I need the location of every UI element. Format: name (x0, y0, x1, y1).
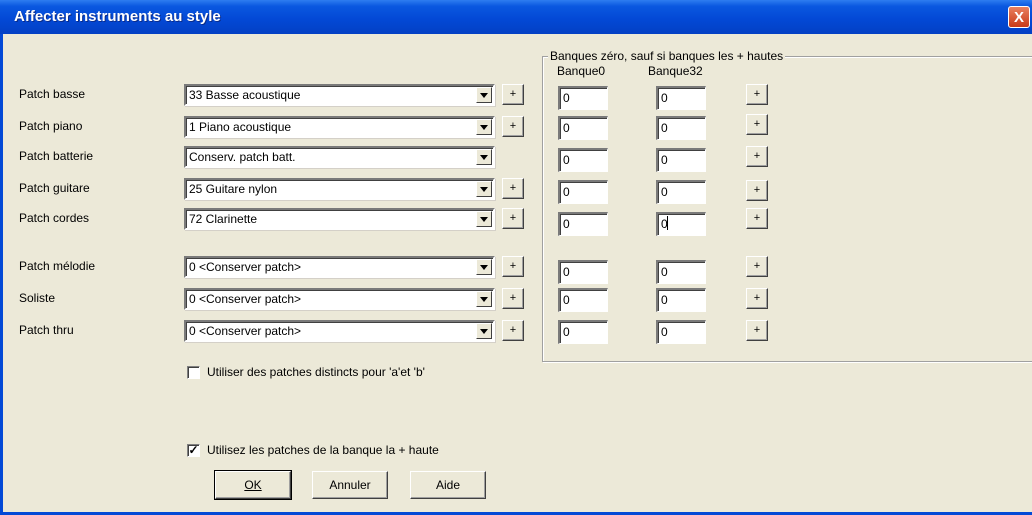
patch-plus-button-patch-thru[interactable]: + (502, 320, 524, 341)
patch-select-value: 0 <Conserver patch> (189, 292, 302, 306)
row-label-patch-melodie: Patch mélodie (19, 259, 96, 273)
patch-select-soliste[interactable]: 0 <Conserver patch> (184, 288, 495, 310)
bank-plus-button-patch-thru[interactable]: + (746, 320, 768, 341)
banque0-field-patch-melodie[interactable]: 0 (558, 260, 608, 284)
row-label-soliste: Soliste (19, 291, 56, 305)
banque0-header: Banque0 (557, 64, 606, 78)
patch-select-patch-guitare[interactable]: 25 Guitare nylon (184, 178, 495, 200)
patch-select-value: 0 <Conserver patch> (189, 324, 302, 338)
banks-group-title: Banques zéro, sauf si banques les + haut… (548, 49, 786, 63)
patch-select-patch-piano[interactable]: 1 Piano acoustique (184, 116, 495, 138)
dropdown-arrow-icon[interactable] (476, 211, 492, 227)
ok-button-label: OK (244, 478, 262, 492)
dropdown-arrow-icon[interactable] (476, 291, 492, 307)
banque32-field-patch-melodie[interactable]: 0 (656, 260, 706, 284)
banks-groupbox (542, 56, 1032, 362)
bank-plus-button-patch-guitare[interactable]: + (746, 180, 768, 201)
highest-bank-label[interactable]: Utilisez les patches de la banque la + h… (207, 443, 439, 457)
patch-select-patch-batterie[interactable]: Conserv. patch batt. (184, 146, 495, 168)
ok-button[interactable]: OK (214, 470, 292, 500)
dropdown-arrow-icon[interactable] (476, 87, 492, 103)
dialog-window: Affecter instruments au style X Banques … (0, 0, 1032, 515)
dialog-title: Affecter instruments au style (14, 8, 221, 25)
patch-select-value: 33 Basse acoustique (189, 88, 301, 102)
banque32-field-patch-guitare[interactable]: 0 (656, 180, 706, 204)
banque32-field-patch-cordes[interactable]: 0 (656, 212, 706, 236)
patch-plus-button-patch-cordes[interactable]: + (502, 208, 524, 229)
highest-bank-checkbox[interactable]: ✓ (187, 444, 200, 457)
row-label-patch-basse: Patch basse (19, 87, 86, 101)
patch-select-patch-melodie[interactable]: 0 <Conserver patch> (184, 256, 495, 278)
window-border-left (0, 34, 3, 515)
patch-plus-button-patch-basse[interactable]: + (502, 84, 524, 105)
distinct-patches-checkbox[interactable] (187, 366, 200, 379)
banque32-header: Banque32 (648, 64, 703, 78)
banque32-field-patch-piano[interactable]: 0 (656, 116, 706, 140)
row-label-patch-thru: Patch thru (19, 323, 74, 337)
patch-select-value: 0 <Conserver patch> (189, 260, 302, 274)
banque0-field-patch-batterie[interactable]: 0 (558, 148, 608, 172)
row-label-patch-guitare: Patch guitare (19, 181, 90, 195)
bank-plus-button-patch-batterie[interactable]: + (746, 146, 768, 167)
bank-plus-button-soliste[interactable]: + (746, 288, 768, 309)
banque0-field-patch-basse[interactable]: 0 (558, 86, 608, 110)
row-label-patch-piano: Patch piano (19, 119, 83, 133)
patch-select-value: 25 Guitare nylon (189, 182, 278, 196)
row-label-patch-batterie: Patch batterie (19, 149, 94, 163)
row-label-patch-cordes: Patch cordes (19, 211, 90, 225)
patch-select-patch-thru[interactable]: 0 <Conserver patch> (184, 320, 495, 342)
distinct-patches-label[interactable]: Utiliser des patches distincts pour 'a'e… (207, 365, 425, 379)
dropdown-arrow-icon[interactable] (476, 181, 492, 197)
dropdown-arrow-icon[interactable] (476, 119, 492, 135)
banque0-field-soliste[interactable]: 0 (558, 288, 608, 312)
dropdown-arrow-icon[interactable] (476, 149, 492, 165)
patch-plus-button-patch-piano[interactable]: + (502, 116, 524, 137)
bank-plus-button-patch-piano[interactable]: + (746, 114, 768, 135)
aide-button[interactable]: Aide (410, 471, 486, 499)
bank-plus-button-patch-basse[interactable]: + (746, 84, 768, 105)
text-caret (667, 216, 668, 230)
patch-select-value: 1 Piano acoustique (189, 120, 292, 134)
banque32-field-patch-basse[interactable]: 0 (656, 86, 706, 110)
dropdown-arrow-icon[interactable] (476, 259, 492, 275)
banque0-field-patch-thru[interactable]: 0 (558, 320, 608, 344)
annuler-button[interactable]: Annuler (312, 471, 388, 499)
bank-plus-button-patch-melodie[interactable]: + (746, 256, 768, 277)
patch-select-value: Conserv. patch batt. (189, 150, 296, 164)
banque0-field-patch-guitare[interactable]: 0 (558, 180, 608, 204)
patch-select-patch-cordes[interactable]: 72 Clarinette (184, 208, 495, 230)
patch-plus-button-patch-guitare[interactable]: + (502, 178, 524, 199)
dropdown-arrow-icon[interactable] (476, 323, 492, 339)
banque32-field-patch-thru[interactable]: 0 (656, 320, 706, 344)
patch-plus-button-soliste[interactable]: + (502, 288, 524, 309)
annuler-button-label: Annuler (329, 478, 371, 492)
banque32-field-soliste[interactable]: 0 (656, 288, 706, 312)
patch-plus-button-patch-melodie[interactable]: + (502, 256, 524, 277)
banque32-field-patch-batterie[interactable]: 0 (656, 148, 706, 172)
banque0-field-patch-cordes[interactable]: 0 (558, 212, 608, 236)
close-button[interactable]: X (1008, 6, 1030, 28)
bank-plus-button-patch-cordes[interactable]: + (746, 208, 768, 229)
banque0-field-patch-piano[interactable]: 0 (558, 116, 608, 140)
patch-select-patch-basse[interactable]: 33 Basse acoustique (184, 84, 495, 106)
patch-select-value: 72 Clarinette (189, 212, 258, 226)
aide-button-label: Aide (435, 478, 461, 492)
title-bar[interactable]: Affecter instruments au style X (0, 0, 1032, 34)
